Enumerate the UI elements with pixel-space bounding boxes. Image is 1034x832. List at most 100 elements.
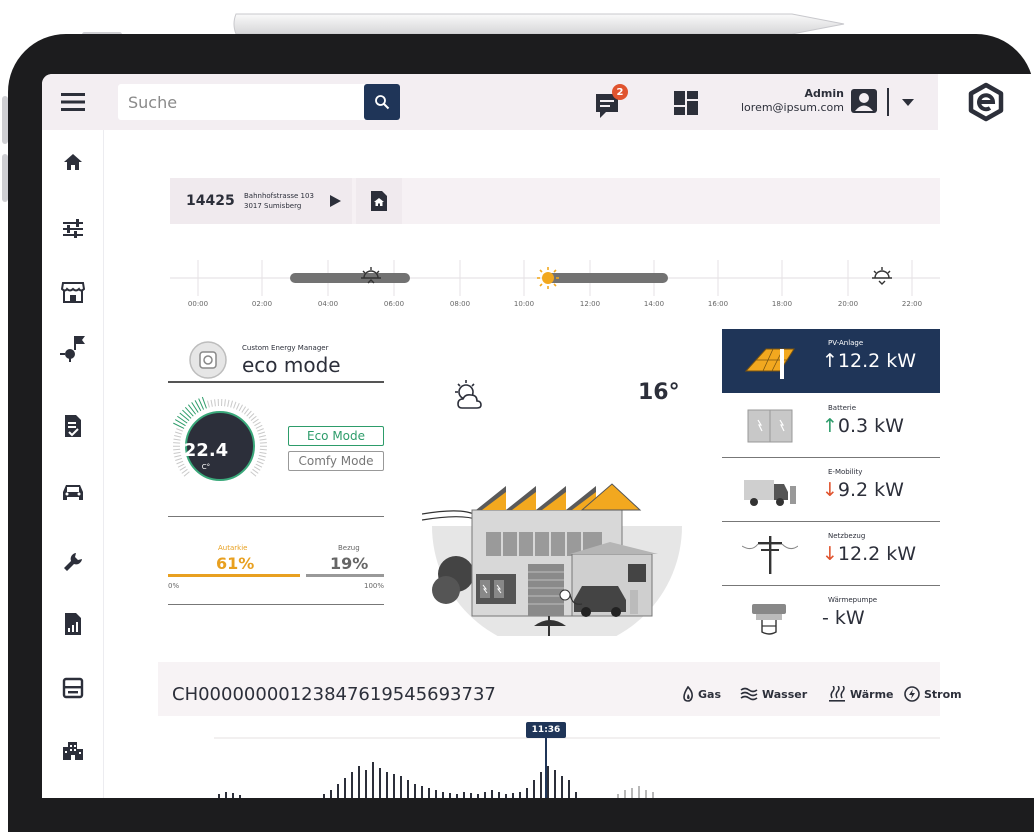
brand-logo[interactable] [938, 74, 1034, 130]
car-icon [63, 485, 83, 500]
utility-power[interactable]: Strom [904, 686, 962, 702]
energy-value: ↑0.3 kW [822, 415, 904, 437]
energy-value: ↓9.2 kW [822, 479, 904, 501]
sidebar-item-settings[interactable] [42, 208, 104, 248]
arrow-down-icon: ↓ [822, 543, 838, 565]
search-input[interactable] [128, 88, 358, 116]
energy-label: PV-Anlage [828, 339, 864, 347]
address-card[interactable]: 14425 Bahnhofstrasse 103 3017 Sumisberg [170, 178, 352, 224]
arrow-up-icon: ↑ [822, 415, 838, 437]
search-button[interactable] [364, 84, 400, 120]
eco-mode-button[interactable]: Eco Mode [288, 426, 384, 446]
consumption-bar [358, 766, 360, 798]
thermostat-tick [259, 451, 267, 454]
consumption-bar [547, 766, 549, 798]
bezug-label: Bezug [338, 544, 360, 552]
energy-card-emobility[interactable]: E-Mobility ↓9.2 kW [722, 458, 940, 522]
timeline-tick: 14:00 [643, 300, 665, 308]
sidebar-item-home[interactable] [42, 142, 104, 182]
sidebar [42, 130, 104, 798]
bolt-icon [904, 686, 920, 702]
consumption-bar [386, 772, 388, 798]
ev-truck-icon [744, 480, 796, 506]
notifications-button[interactable]: 2 [594, 84, 630, 120]
consumption-bar [498, 792, 500, 798]
thermostat-tick [258, 435, 266, 438]
menu-button[interactable] [42, 74, 104, 130]
consumption-bar [540, 772, 542, 798]
consumption-bar [463, 792, 465, 798]
thermostat-tick [238, 404, 243, 412]
consumption-bar [533, 780, 535, 798]
sidebar-item-vehicles[interactable] [42, 472, 104, 512]
energy-card-grid[interactable]: Netzbezug ↓12.2 kW [722, 522, 940, 586]
consumption-bar [393, 774, 395, 798]
document-check-icon [65, 415, 81, 437]
sunrise-icon [872, 267, 892, 285]
autarkie-value: 61% [216, 554, 255, 573]
address-bar: 14425 Bahnhofstrasse 103 3017 Sumisberg [170, 178, 940, 224]
thermostat-tick [241, 406, 247, 413]
thermostat-tick [207, 400, 210, 408]
notification-badge: 2 [612, 84, 628, 100]
sidebar-item-reports[interactable] [42, 604, 104, 644]
energy-manager-label: Custom Energy Manager [242, 344, 329, 352]
dashboard-button[interactable] [672, 89, 700, 117]
consumption-bar [344, 778, 346, 798]
thermostat-tick [176, 428, 184, 432]
divider [168, 381, 384, 383]
utility-heat[interactable]: Wärme [828, 686, 894, 702]
temperature-value: 16° [638, 380, 680, 405]
consumption-bar [400, 776, 402, 798]
energy-card-battery[interactable]: Batterie ↑0.3 kW [722, 394, 940, 458]
thermostat-tick [254, 421, 261, 427]
sidebar-item-documents[interactable] [42, 406, 104, 446]
timeline-tick: 20:00 [837, 300, 859, 308]
thermostat-value: 22.4 [183, 440, 229, 461]
timeline-tick: 10:00 [513, 300, 535, 308]
report-chart-icon [65, 613, 81, 635]
consumption-bar [442, 792, 444, 798]
search-icon [375, 95, 390, 110]
utility-water[interactable]: Wasser [740, 686, 807, 702]
time-marker-label[interactable]: 11:36 [526, 722, 566, 738]
scale-max-label: 100% [364, 582, 385, 590]
consumption-bar [330, 790, 332, 798]
thermostat-tick [246, 410, 252, 417]
sidebar-item-storage[interactable] [42, 668, 104, 708]
sidebar-item-service[interactable] [42, 542, 104, 582]
timeline-tick: 08:00 [449, 300, 471, 308]
sidebar-item-connections[interactable] [42, 328, 104, 368]
user-info[interactable]: Admin lorem@ipsum.com [722, 87, 844, 114]
hamburger-menu-icon [61, 93, 85, 111]
sidebar-item-buildings[interactable] [42, 730, 104, 770]
user-avatar-icon[interactable] [850, 88, 878, 114]
thermostat-tick [252, 418, 259, 424]
energy-card-pv[interactable]: PV-Anlage ↑12.2 kW [722, 329, 940, 393]
sidebar-item-analytics[interactable] [42, 786, 104, 798]
address-home-button[interactable] [356, 178, 402, 224]
chevron-down-icon[interactable] [900, 96, 916, 108]
consumption-bar [561, 776, 563, 798]
energy-card-heatpump[interactable]: Wärmepumpe - kW [722, 586, 940, 650]
sidebar-item-store[interactable] [42, 272, 104, 312]
day-segment [546, 273, 668, 283]
energy-value: ↓12.2 kW [822, 543, 917, 565]
consumption-bar [414, 784, 416, 798]
consumption-bar [435, 790, 437, 798]
utility-gas[interactable]: Gas [682, 686, 721, 702]
consumption-bar [477, 794, 479, 798]
time-marker-line [545, 738, 547, 798]
consumption-bar [232, 793, 234, 798]
energy-label: Batterie [828, 404, 857, 412]
thermostat-tick [250, 415, 257, 422]
arrow-down-icon: ↓ [822, 479, 838, 501]
comfy-mode-button[interactable]: Comfy Mode [288, 451, 384, 471]
timeline-tick: 22:00 [901, 300, 923, 308]
consumption-bar [239, 795, 241, 798]
thermostat-tick [253, 466, 261, 471]
consumption-bar [617, 794, 619, 798]
play-icon[interactable] [328, 194, 342, 208]
consumption-bar [491, 790, 493, 798]
thermostat-tick [252, 468, 259, 474]
